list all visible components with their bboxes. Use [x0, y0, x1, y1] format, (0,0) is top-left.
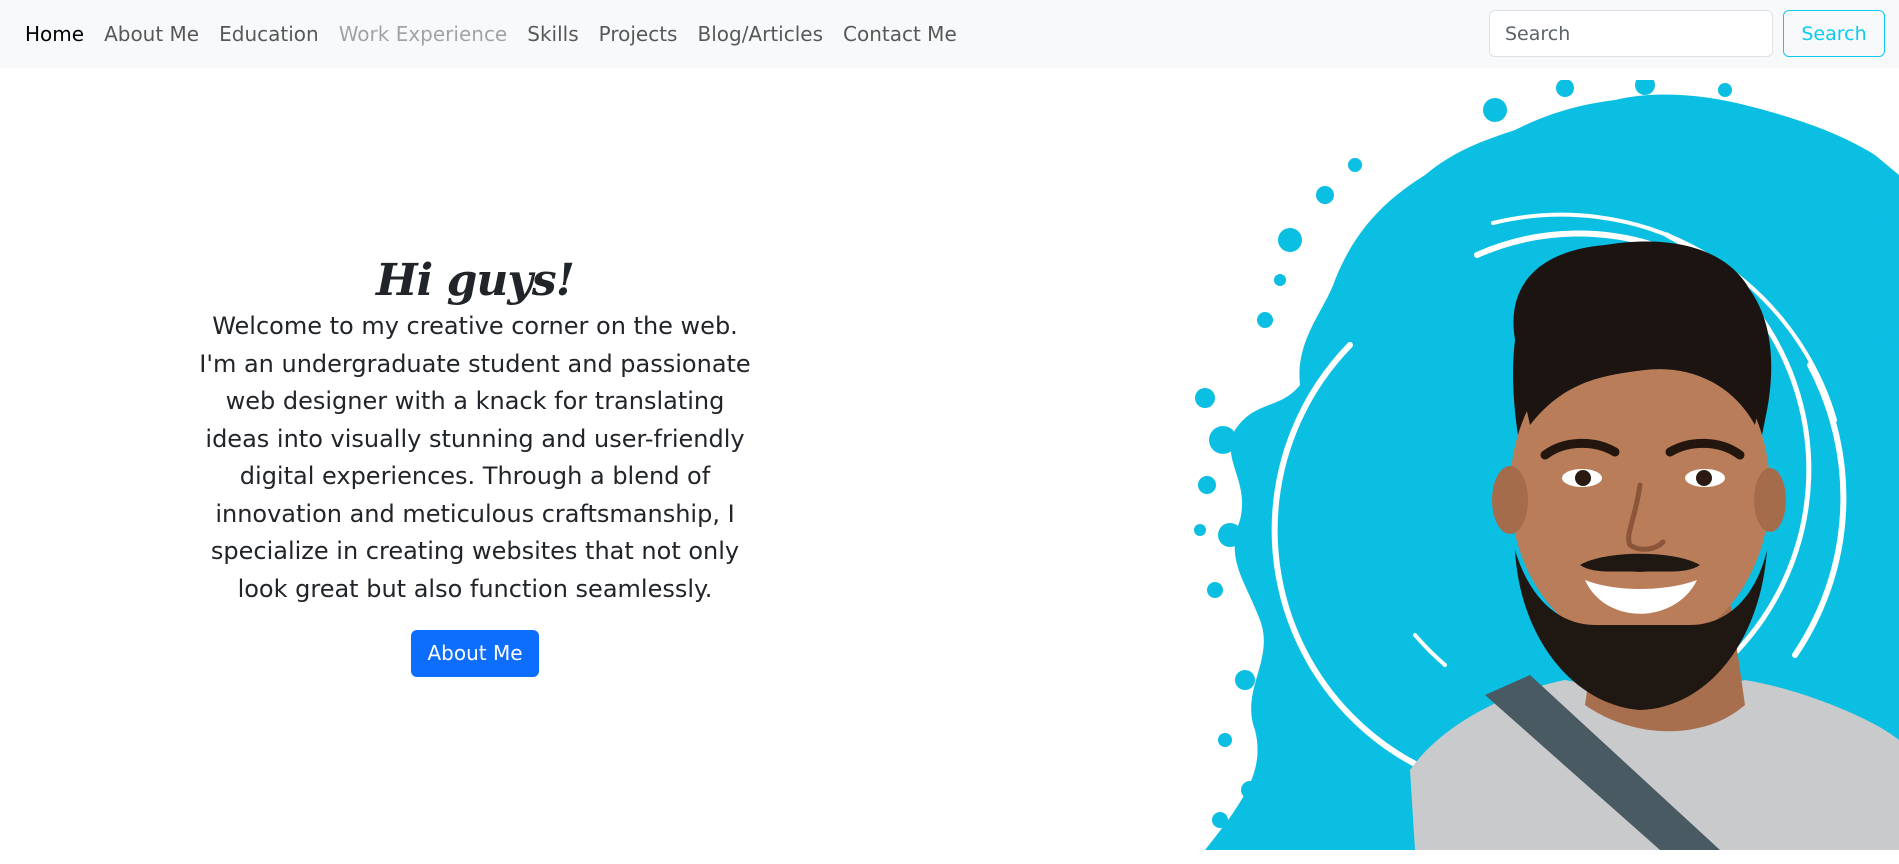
hero-illustration [1185, 80, 1899, 850]
search-form: Search [1489, 10, 1885, 57]
hero-title: Hi guys! [375, 255, 575, 306]
nav-item-projects[interactable]: Projects [589, 22, 688, 46]
about-me-button[interactable]: About Me [411, 630, 539, 677]
nav-item-blog-articles[interactable]: Blog/Articles [687, 22, 833, 46]
portrait-photo [1194, 80, 1899, 850]
hero-section: Hi guys! Welcome to my creative corner o… [185, 255, 765, 677]
navbar: Home About Me Education Work Experience … [0, 0, 1899, 68]
nav-item-about-me[interactable]: About Me [94, 22, 209, 46]
nav-item-home[interactable]: Home [25, 22, 94, 46]
nav-item-work-experience: Work Experience [338, 22, 508, 46]
nav-links: Home About Me Education Work Experience … [25, 22, 967, 46]
nav-item-education[interactable]: Education [209, 22, 329, 46]
search-input[interactable] [1489, 10, 1773, 57]
hero-paragraph: Welcome to my creative corner on the web… [199, 312, 751, 603]
search-button[interactable]: Search [1783, 10, 1885, 57]
nav-item-skills[interactable]: Skills [517, 22, 588, 46]
nav-item-contact-me[interactable]: Contact Me [833, 22, 967, 46]
